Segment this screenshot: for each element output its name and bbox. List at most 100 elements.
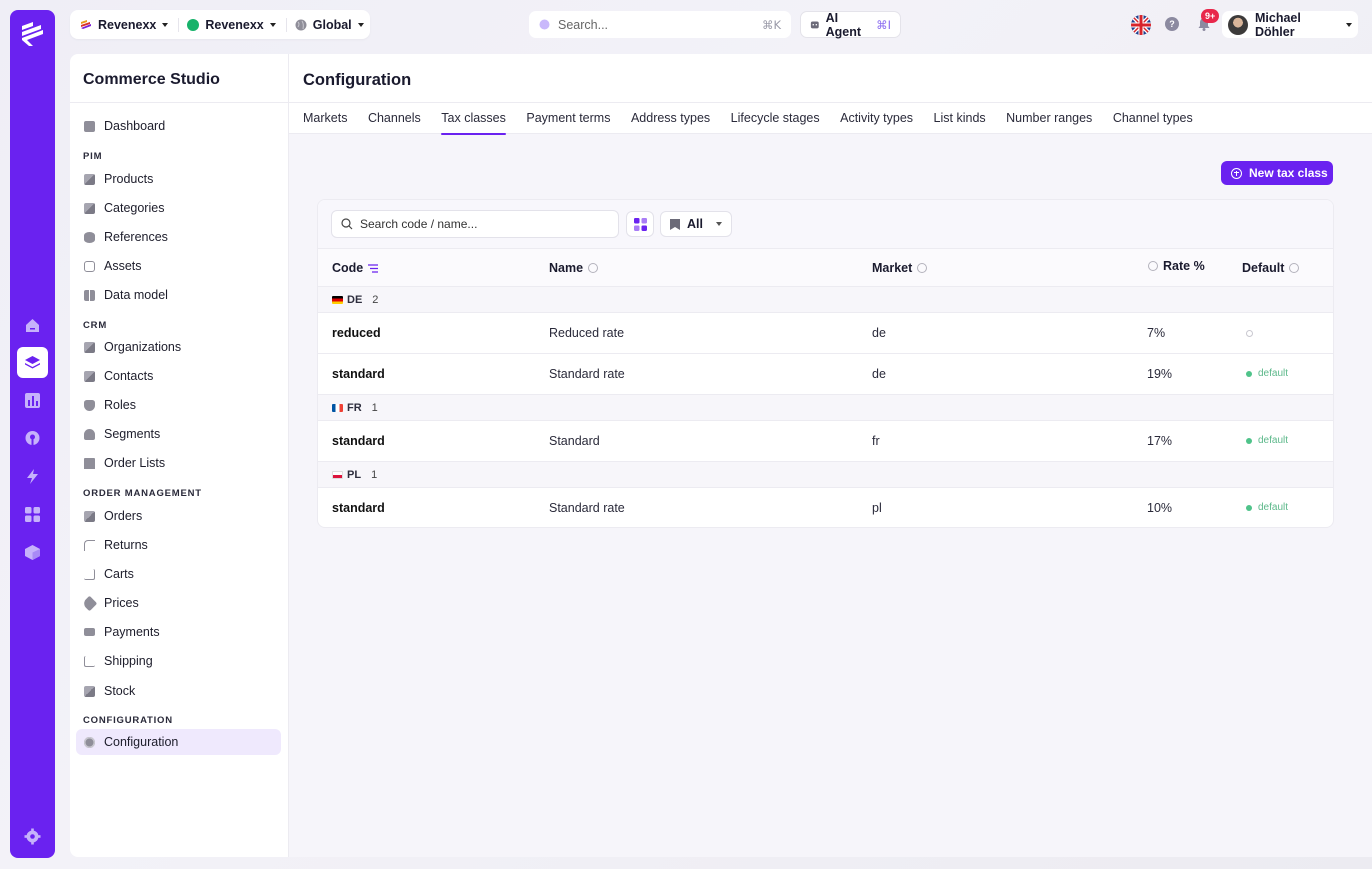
cell-name: Reduced rate [549,326,625,340]
sidebar-item-products[interactable]: Products [76,166,281,192]
tab-address-types[interactable]: Address types [631,111,710,134]
view-toggle-button[interactable] [626,211,654,237]
ai-agent-button[interactable]: AI Agent ⌘I [800,10,901,39]
app-logo[interactable] [19,20,46,48]
column-default[interactable]: Default [1242,261,1300,275]
table-row[interactable]: reduced Reduced rate de 7% [318,313,1333,354]
sort-icon[interactable] [368,263,379,273]
sidebar-item-dashboard[interactable]: Dashboard [76,113,281,139]
sidebar-item-references[interactable]: References [76,224,281,250]
tab-channel-types[interactable]: Channel types [1113,111,1193,134]
sidebar-item-label: Returns [104,538,148,552]
column-code[interactable]: Code [332,261,379,275]
tab-payment-terms[interactable]: Payment terms [526,111,610,134]
store-selector[interactable]: Revenexx [178,17,285,32]
cell-rate: 10% [1147,501,1173,515]
group-header-de[interactable]: DE 2 [318,287,1333,313]
group-label: PL [347,468,362,481]
sort-icon[interactable] [917,263,928,273]
sort-icon[interactable] [1289,263,1300,273]
column-name[interactable]: Name [549,261,599,275]
column-market[interactable]: Market [872,261,928,275]
region-selector[interactable]: Global [285,17,374,32]
settings-icon[interactable] [23,827,42,846]
table-row[interactable]: standard Standard rate pl 10% default [318,488,1333,527]
content-header: Configuration Markets Channels Tax class… [289,54,1372,135]
cell-code: standard [332,434,385,448]
config-tabs: Markets Channels Tax classes Payment ter… [303,111,1213,135]
sidebar-item-categories[interactable]: Categories [76,195,281,221]
context-switcher: Revenexx Revenexx Global [70,10,370,39]
sidebar-item-contacts[interactable]: Contacts [76,363,281,389]
apps-icon[interactable] [23,505,42,524]
sort-icon[interactable] [1148,261,1158,271]
sidebar-item-returns[interactable]: Returns [76,532,281,558]
group-header-pl[interactable]: PL 1 [318,462,1333,488]
user-menu[interactable]: Michael Döhler [1222,11,1358,39]
group-label: FR [347,401,362,414]
cube-icon[interactable] [23,543,42,562]
sidebar-item-shipping[interactable]: Shipping [76,648,281,674]
bolt-icon[interactable] [23,467,42,486]
sidebar-item-segments[interactable]: Segments [76,421,281,447]
default-label: default [1258,368,1289,379]
sidebar-item-data-model[interactable]: Data model [76,282,281,308]
package-icon [84,685,95,697]
org-name: Revenexx [98,17,157,32]
sidebar-item-assets[interactable]: Assets [76,253,281,279]
help-icon[interactable]: ? [1165,17,1179,31]
sidebar-item-order-lists[interactable]: Order Lists [76,450,281,476]
page-title: Configuration [303,71,412,89]
sidebar-item-payments[interactable]: Payments [76,619,281,645]
sidebar-item-orders[interactable]: Orders [76,503,281,529]
market-filter-select[interactable]: All [660,211,732,237]
sidebar-item-configuration[interactable]: Configuration [76,729,281,755]
table-row[interactable]: standard Standard rate de 19% default [318,354,1333,395]
language-uk-flag-icon[interactable] [1131,15,1151,35]
column-rate[interactable]: Rate % [1148,259,1205,273]
tab-tax-classes[interactable]: Tax classes [441,111,506,135]
box-icon [84,510,95,522]
global-search[interactable]: Search... ⌘K [529,11,791,38]
table-row[interactable]: standard Standard fr 17% default [318,421,1333,462]
not-default-icon [1246,330,1253,337]
cell-code: reduced [332,326,381,340]
sidebar-item-prices[interactable]: Prices [76,590,281,616]
home-icon[interactable] [23,316,42,335]
sidebar-item-label: Order Lists [104,456,166,470]
ai-agent-icon [810,21,819,29]
new-tax-class-button[interactable]: New tax class [1221,161,1333,185]
tab-lifecycle-stages[interactable]: Lifecycle stages [731,111,820,134]
image-icon [84,260,95,272]
cell-rate: 17% [1147,434,1173,448]
group-header-fr[interactable]: FR 1 [318,395,1333,421]
sidebar-item-label: Data model [104,288,168,302]
credit-card-icon [84,628,95,636]
pin-icon[interactable] [23,429,42,448]
tab-markets[interactable]: Markets [303,111,347,134]
sidebar-item-label: Products [104,172,154,186]
sort-icon[interactable] [588,263,599,273]
tab-channels[interactable]: Channels [368,111,421,134]
sidebar-item-stock[interactable]: Stock [76,678,281,704]
sidebar-item-label: Configuration [104,735,179,749]
shield-icon [84,399,95,411]
table-search-input[interactable]: Search code / name... [331,210,619,238]
tab-activity-types[interactable]: Activity types [840,111,913,134]
ai-agent-label: AI Agent [825,10,862,39]
analytics-icon[interactable] [23,391,42,410]
sidebar-item-organizations[interactable]: Organizations [76,334,281,360]
cell-name: Standard rate [549,367,625,381]
tab-number-ranges[interactable]: Number ranges [1006,111,1092,134]
layers-icon[interactable] [17,347,48,378]
sidebar-item-carts[interactable]: Carts [76,561,281,587]
status-dot-icon [1246,504,1252,511]
column-default-label: Default [1242,261,1285,275]
org-selector[interactable]: Revenexx [80,18,178,32]
tab-list-kinds[interactable]: List kinds [934,111,986,134]
sidebar-item-label: Categories [104,201,165,215]
sidebar-item-label: References [104,230,168,244]
chevron-down-icon [357,22,364,27]
sidebar-item-roles[interactable]: Roles [76,392,281,418]
search-shortcut: ⌘K [761,17,781,32]
